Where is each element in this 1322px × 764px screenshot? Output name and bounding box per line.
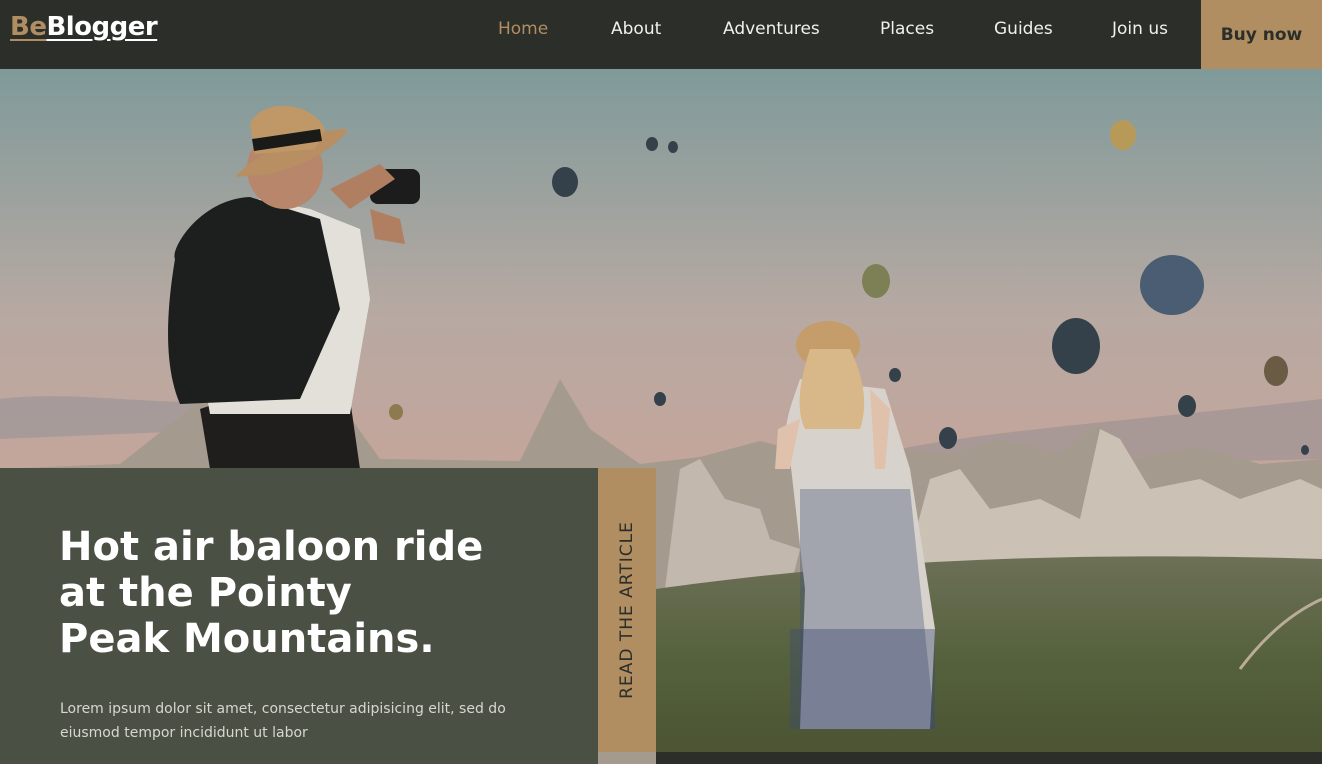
buy-now-button[interactable]: Buy now <box>1201 0 1322 69</box>
brand-logo-name: Blogger <box>46 12 158 42</box>
read-article-button[interactable]: READ THE ARTICLE <box>598 468 656 752</box>
brand-logo-prefix: Be <box>10 12 47 42</box>
headline-line-3: Peak Mountains. <box>59 616 435 662</box>
nav-item-join-us[interactable]: Join us <box>1112 19 1168 39</box>
read-article-label: READ THE ARTICLE <box>617 521 637 699</box>
nav-item-guides[interactable]: Guides <box>994 19 1053 39</box>
top-navbar: BeBlogger Home About Adventures Places G… <box>0 0 1322 69</box>
brand-logo[interactable]: BeBlogger <box>10 12 158 42</box>
nav-item-about[interactable]: About <box>611 19 661 39</box>
nav-item-home[interactable]: Home <box>498 19 548 39</box>
article-description: Lorem ipsum dolor sit amet, consectetur … <box>60 701 506 741</box>
nav-item-adventures[interactable]: Adventures <box>723 19 820 39</box>
headline-line-2: at the Pointy <box>59 570 352 616</box>
article-headline: Hot air baloon ride at the Pointy Peak M… <box>59 524 539 662</box>
headline-line-1: Hot air baloon ride <box>59 524 484 570</box>
nav-item-places[interactable]: Places <box>880 19 934 39</box>
bottom-strip <box>656 752 1322 764</box>
